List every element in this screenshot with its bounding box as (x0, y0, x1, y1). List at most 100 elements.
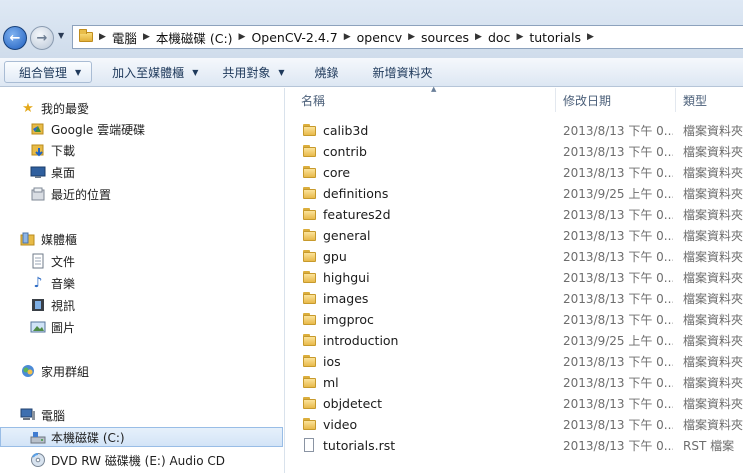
file-name: tutorials.rst (323, 437, 396, 453)
file-row-ml[interactable]: ml 2013/8/13 下午 0... 檔案資料夾 (301, 372, 743, 392)
burn-button[interactable]: 燒錄 (307, 61, 347, 83)
file-row-ios[interactable]: ios 2013/8/13 下午 0... 檔案資料夾 (301, 351, 743, 371)
chevron-right-icon[interactable]: ▶ (344, 32, 351, 42)
file-type: 檔案資料夾 (683, 165, 743, 180)
arrow-right-icon: → (36, 30, 48, 46)
file-row-objdetect[interactable]: objdetect 2013/8/13 下午 0... 檔案資料夾 (301, 393, 743, 413)
nav-homegroup[interactable]: 家用群組 (0, 361, 284, 381)
file-date: 2013/9/25 上午 0... (563, 333, 673, 348)
nav-libraries[interactable]: 媒體櫃 (0, 229, 284, 249)
nav-documents[interactable]: 文件 (0, 251, 284, 271)
file-row-highgui[interactable]: highgui 2013/8/13 下午 0... 檔案資料夾 (301, 267, 743, 287)
file-date: 2013/8/13 下午 0... (563, 354, 673, 369)
recent-pages-dropdown[interactable]: ▼ (58, 31, 64, 40)
file-row-introduction[interactable]: introduction 2013/9/25 上午 0... 檔案資料夾 (301, 330, 743, 350)
file-name: ios (323, 353, 341, 369)
breadcrumb-local-disk[interactable]: 本機磁碟 (C:) (156, 28, 233, 47)
folder-icon (301, 290, 317, 306)
nav-desktop-label: 桌面 (51, 165, 76, 180)
file-date: 2013/8/13 下午 0... (563, 249, 673, 264)
organize-button[interactable]: 組合管理 ▼ (4, 61, 93, 83)
chevron-down-icon: ▼ (192, 67, 199, 77)
star-icon: ★ (22, 100, 34, 116)
picture-icon (30, 319, 46, 335)
nav-desktop[interactable]: 桌面 (0, 162, 284, 182)
chevron-right-icon[interactable]: ▶ (516, 32, 523, 42)
folder-icon (301, 164, 317, 180)
file-row-contrib[interactable]: contrib 2013/8/13 下午 0... 檔案資料夾 (301, 141, 743, 161)
nav-favorites[interactable]: ★ 我的最愛 (0, 98, 284, 118)
column-header-type[interactable]: 類型 (677, 88, 743, 112)
nav-dvd-drive[interactable]: DVD RW 磁碟機 (E:) Audio CD (0, 450, 284, 470)
file-date: 2013/8/13 下午 0... (563, 228, 673, 243)
back-button[interactable]: ← (3, 26, 27, 50)
file-name: images (323, 290, 369, 306)
arrow-left-icon: ← (9, 30, 21, 46)
file-name: contrib (323, 143, 367, 159)
nav-pictures[interactable]: 圖片 (0, 317, 284, 337)
chevron-right-icon[interactable]: ▶ (239, 32, 246, 42)
file-row-tutorials-rst[interactable]: tutorials.rst 2013/8/13 下午 0... RST 檔案 (301, 435, 743, 455)
file-date: 2013/8/13 下午 0... (563, 123, 673, 138)
nav-google-drive[interactable]: Google 雲端硬碟 (0, 119, 284, 139)
address-bar-area: ← → ▼ ▶ 電腦 ▶ 本機磁碟 (C:) ▶ OpenCV-2.4.7 ▶ … (0, 0, 743, 58)
file-row-calib3d[interactable]: calib3d 2013/8/13 下午 0... 檔案資料夾 (301, 120, 743, 140)
nav-documents-label: 文件 (51, 254, 76, 269)
column-header-name[interactable]: 名稱 ▲ (295, 85, 556, 112)
nav-downloads[interactable]: 下載 (0, 140, 284, 160)
file-type: 檔案資料夾 (683, 123, 743, 138)
file-row-imgproc[interactable]: imgproc 2013/8/13 下午 0... 檔案資料夾 (301, 309, 743, 329)
music-note-icon: ♪ (33, 275, 43, 291)
chevron-down-icon: ▼ (75, 67, 82, 77)
file-row-gpu[interactable]: gpu 2013/8/13 下午 0... 檔案資料夾 (301, 246, 743, 266)
column-name-label: 名稱 (301, 93, 326, 108)
forward-button[interactable]: → (30, 26, 54, 50)
nav-music[interactable]: ♪ 音樂 (0, 273, 284, 293)
chevron-down-icon: ▼ (278, 67, 285, 77)
nav-homegroup-label: 家用群組 (41, 364, 90, 379)
breadcrumb-tutorials[interactable]: tutorials (529, 30, 581, 45)
address-box[interactable]: ▶ 電腦 ▶ 本機磁碟 (C:) ▶ OpenCV-2.4.7 ▶ opencv… (72, 25, 743, 49)
hard-drive-icon (30, 429, 46, 445)
file-date: 2013/8/13 下午 0... (563, 207, 673, 222)
nav-local-disk-label: 本機磁碟 (C:) (51, 430, 125, 445)
nav-computer[interactable]: 電腦 (0, 405, 284, 425)
nav-videos[interactable]: 視訊 (0, 295, 284, 315)
file-type: 檔案資料夾 (683, 417, 743, 432)
file-row-images[interactable]: images 2013/8/13 下午 0... 檔案資料夾 (301, 288, 743, 308)
breadcrumb-opencv[interactable]: opencv (357, 30, 402, 45)
chevron-right-icon[interactable]: ▶ (143, 32, 150, 42)
breadcrumb-computer[interactable]: 電腦 (112, 28, 137, 47)
folder-icon (301, 311, 317, 327)
nav-downloads-label: 下載 (51, 143, 76, 158)
file-date: 2013/8/13 下午 0... (563, 312, 673, 327)
file-row-definitions[interactable]: definitions 2013/9/25 上午 0... 檔案資料夾 (301, 183, 743, 203)
nav-local-disk[interactable]: 本機磁碟 (C:) (0, 427, 283, 447)
share-with-label: 共用對象 (222, 65, 271, 80)
folder-icon (301, 416, 317, 432)
column-type-label: 類型 (683, 93, 708, 108)
file-name: calib3d (323, 122, 369, 138)
chevron-right-icon[interactable]: ▶ (408, 32, 415, 42)
file-row-core[interactable]: core 2013/8/13 下午 0... 檔案資料夾 (301, 162, 743, 182)
add-to-library-button[interactable]: 加入至媒體櫃 ▼ (104, 61, 206, 83)
share-with-button[interactable]: 共用對象 ▼ (214, 61, 292, 83)
nav-recent-places[interactable]: 最近的位置 (0, 184, 284, 204)
file-row-features2d[interactable]: features2d 2013/8/13 下午 0... 檔案資料夾 (301, 204, 743, 224)
file-name: ml (323, 374, 339, 390)
column-header-row: 名稱 ▲ 修改日期 類型 (285, 85, 743, 112)
navigation-pane: ★ 我的最愛 Google 雲端硬碟 下載 桌面 最近的位置 媒體櫃 文件 ♪ … (0, 88, 285, 473)
file-date: 2013/8/13 下午 0... (563, 270, 673, 285)
file-row-video[interactable]: video 2013/8/13 下午 0... 檔案資料夾 (301, 414, 743, 434)
file-row-general[interactable]: general 2013/8/13 下午 0... 檔案資料夾 (301, 225, 743, 245)
chevron-right-icon[interactable]: ▶ (99, 32, 106, 42)
chevron-right-icon[interactable]: ▶ (587, 32, 594, 42)
breadcrumb-sources[interactable]: sources (421, 30, 469, 45)
new-folder-button[interactable]: 新增資料夾 (365, 61, 441, 83)
breadcrumb-doc[interactable]: doc (488, 30, 510, 45)
breadcrumb-opencv-247[interactable]: OpenCV-2.4.7 (251, 30, 337, 45)
library-icon (20, 231, 36, 247)
chevron-right-icon[interactable]: ▶ (475, 32, 482, 42)
film-icon (30, 297, 46, 313)
column-header-date[interactable]: 修改日期 (557, 88, 676, 112)
